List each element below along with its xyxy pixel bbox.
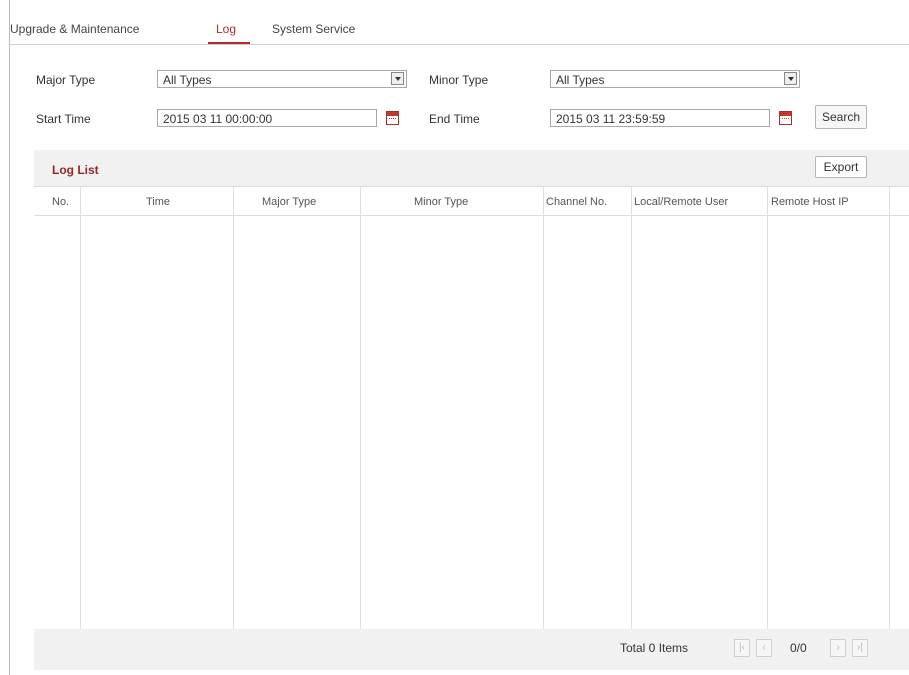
end-time-input[interactable]: 2015 03 11 23:59:59 bbox=[550, 109, 770, 127]
column-divider bbox=[767, 187, 768, 629]
last-page-icon[interactable]: ›| bbox=[852, 639, 868, 657]
column-header-time[interactable]: Time bbox=[146, 196, 170, 208]
log-list-panel: Log List Export No. Time Major Type Mino… bbox=[34, 150, 909, 670]
column-divider bbox=[631, 187, 632, 629]
column-divider bbox=[233, 187, 234, 629]
page-indicator: 0/0 bbox=[790, 641, 807, 655]
first-page-icon[interactable]: |‹ bbox=[734, 639, 750, 657]
end-time-label: End Time bbox=[429, 112, 480, 126]
column-header-remote-host-ip[interactable]: Remote Host IP bbox=[771, 196, 889, 208]
chevron-down-icon[interactable] bbox=[784, 72, 797, 85]
end-time-value: 2015 03 11 23:59:59 bbox=[556, 112, 666, 126]
tab-log[interactable]: Log bbox=[216, 22, 236, 36]
column-header-channel-no[interactable]: Channel No. bbox=[546, 196, 631, 208]
major-type-label: Major Type bbox=[36, 73, 96, 87]
table-header: No. Time Major Type Minor Type Channel N… bbox=[34, 187, 909, 216]
search-button[interactable]: Search bbox=[815, 105, 867, 129]
next-page-icon[interactable]: › bbox=[830, 639, 846, 657]
minor-type-select[interactable]: All Types bbox=[550, 70, 800, 88]
active-tab-indicator bbox=[208, 42, 250, 44]
tab-bar: Upgrade & Maintenance Log System Service bbox=[10, 18, 909, 45]
minor-type-value: All Types bbox=[556, 73, 605, 87]
log-list-title: Log List bbox=[52, 163, 99, 177]
column-divider bbox=[543, 187, 544, 629]
chevron-down-icon[interactable] bbox=[391, 72, 404, 85]
start-time-label: Start Time bbox=[36, 112, 91, 126]
major-type-value: All Types bbox=[163, 73, 212, 87]
export-button[interactable]: Export bbox=[815, 156, 867, 178]
column-divider bbox=[80, 187, 81, 629]
column-header-user[interactable]: Local/Remote User bbox=[634, 196, 767, 208]
column-header-major-type[interactable]: Major Type bbox=[262, 196, 316, 208]
calendar-icon[interactable] bbox=[386, 111, 399, 125]
log-table: No. Time Major Type Minor Type Channel N… bbox=[34, 186, 909, 629]
column-divider bbox=[360, 187, 361, 629]
column-header-minor-type[interactable]: Minor Type bbox=[414, 196, 468, 208]
tab-system-service[interactable]: System Service bbox=[272, 22, 355, 36]
column-divider bbox=[889, 187, 890, 629]
prev-page-icon[interactable]: ‹ bbox=[756, 639, 772, 657]
major-type-select[interactable]: All Types bbox=[157, 70, 407, 88]
calendar-icon[interactable] bbox=[779, 111, 792, 125]
minor-type-label: Minor Type bbox=[429, 73, 489, 87]
start-time-input[interactable]: 2015 03 11 00:00:00 bbox=[157, 109, 377, 127]
start-time-value: 2015 03 11 00:00:00 bbox=[163, 112, 273, 126]
pagination: Total 0 Items |‹ ‹ 0/0 › ›| bbox=[34, 628, 909, 670]
frame-border bbox=[9, 0, 10, 675]
total-items: Total 0 Items bbox=[620, 641, 689, 655]
column-header-no[interactable]: No. bbox=[52, 196, 69, 208]
tab-upgrade-maintenance[interactable]: Upgrade & Maintenance bbox=[10, 22, 139, 36]
